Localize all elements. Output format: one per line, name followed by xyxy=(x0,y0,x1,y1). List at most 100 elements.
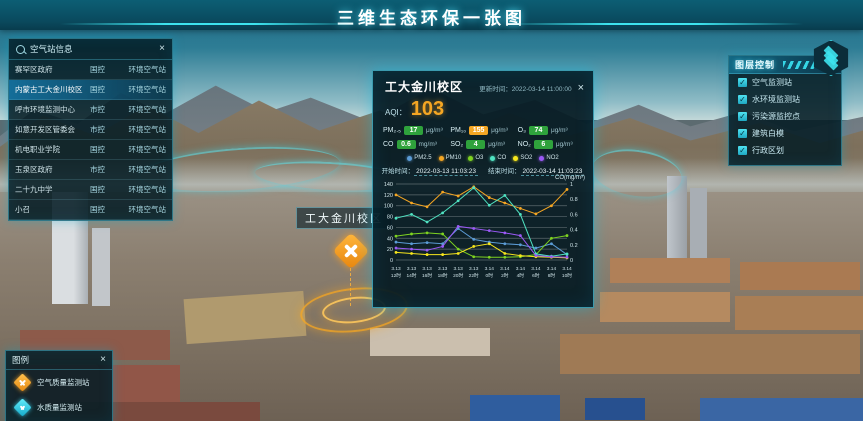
svg-text:14时: 14时 xyxy=(406,272,416,279)
series-name: NO2 xyxy=(546,155,558,161)
close-icon[interactable]: × xyxy=(578,83,584,93)
station-list-item[interactable]: 小召 国控 环境空气站 xyxy=(9,200,172,220)
building-block xyxy=(92,228,110,306)
building-block xyxy=(470,395,560,421)
station-name: 机电职业学院 xyxy=(15,144,86,155)
station-name: 呼市环境监测中心 xyxy=(15,104,86,115)
pollutant-trend-chart: 02040608010012014000.20.40.60.813.1312时3… xyxy=(379,178,585,290)
layer-toggle-item[interactable]: ✓ 空气监测站 xyxy=(729,74,841,91)
station-list-item[interactable]: 玉泉区政府 市控 环境空气站 xyxy=(9,160,172,180)
layer-toggle-item[interactable]: ✓ 行政区划 xyxy=(729,142,841,159)
station-list-item[interactable]: 赛罕区政府 国控 环境空气站 xyxy=(9,60,172,80)
checkbox-checked-icon[interactable]: ✓ xyxy=(738,95,747,104)
series-name: CO xyxy=(497,155,506,161)
station-name: 小召 xyxy=(15,204,86,215)
station-category: 环境空气站 xyxy=(114,64,166,75)
layer-toggle-item[interactable]: ✓ 建筑白模 xyxy=(729,125,841,142)
checkbox-checked-icon[interactable]: ✓ xyxy=(738,129,747,138)
pollutant-unit: μg/m³ xyxy=(551,127,568,134)
search-icon[interactable] xyxy=(16,45,25,54)
svg-text:0.4: 0.4 xyxy=(570,228,578,234)
station-list-item[interactable]: 内蒙古工大金川校区 国控 环境空气站 xyxy=(9,80,172,100)
svg-text:3.13: 3.13 xyxy=(438,266,448,272)
svg-text:0.8: 0.8 xyxy=(570,197,578,203)
pollutant-cell: SO₂ 4 μg/m³ xyxy=(450,140,517,149)
close-icon[interactable]: × xyxy=(100,355,106,365)
layer-toggle-item[interactable]: ✓ 污染源监控点 xyxy=(729,108,841,125)
series-color-dot xyxy=(490,156,495,161)
station-grade: 国控 xyxy=(90,64,110,75)
building-block xyxy=(184,291,307,344)
pollutant-value-badge: 74 xyxy=(529,126,548,135)
series-color-dot xyxy=(407,156,412,161)
svg-text:40: 40 xyxy=(387,236,393,242)
station-grade: 国控 xyxy=(90,84,110,95)
building-block xyxy=(700,398,863,421)
checkbox-checked-icon[interactable]: ✓ xyxy=(738,112,747,121)
pollutant-unit: μg/m³ xyxy=(488,141,505,148)
series-legend-item[interactable]: PM2.5 xyxy=(407,155,431,161)
svg-text:3.13: 3.13 xyxy=(469,266,479,272)
legend-label: 空气质量监测站 xyxy=(37,377,90,388)
svg-text:3.13: 3.13 xyxy=(454,266,464,272)
checkbox-checked-icon[interactable]: ✓ xyxy=(738,146,747,155)
aqi-label: AQI： xyxy=(385,107,407,118)
svg-text:60: 60 xyxy=(387,225,393,231)
building-block xyxy=(585,398,645,420)
svg-text:4时: 4时 xyxy=(517,272,525,279)
layer-label: 水环境监测站 xyxy=(752,94,800,105)
app-header: 三维生态环保一张图 xyxy=(0,0,863,30)
station-grade: 国控 xyxy=(90,184,110,195)
svg-text:10时: 10时 xyxy=(562,272,572,279)
pollutant-name: PM₂.₅ xyxy=(383,127,401,134)
station-category: 环境空气站 xyxy=(114,84,166,95)
station-list-item[interactable]: 如意开发区管委会 市控 环境空气站 xyxy=(9,120,172,140)
svg-text:22时: 22时 xyxy=(469,272,479,279)
building-block xyxy=(600,292,730,322)
station-grade: 国控 xyxy=(90,144,110,155)
svg-text:0.6: 0.6 xyxy=(570,212,578,218)
series-legend-item[interactable]: NO2 xyxy=(539,155,558,161)
layer-panel-title: 图层控制 xyxy=(735,58,775,71)
series-color-dot xyxy=(513,156,518,161)
layer-label: 空气监测站 xyxy=(752,77,792,88)
station-list-item[interactable]: 机电职业学院 国控 环境空气站 xyxy=(9,140,172,160)
layer-list: ✓ 空气监测站 ✓ 水环境监测站 ✓ 污染源监控点 ✓ 建筑白模 ✓ 行政区划 xyxy=(729,74,841,159)
station-list-item[interactable]: 呼市环境监测中心 市控 环境空气站 xyxy=(9,100,172,120)
series-legend-item[interactable]: O3 xyxy=(468,155,483,161)
layer-label: 污染源监控点 xyxy=(752,111,800,122)
pollutant-unit: μg/m³ xyxy=(491,127,508,134)
svg-text:120: 120 xyxy=(384,193,393,199)
svg-text:8时: 8时 xyxy=(548,272,556,279)
building-block xyxy=(740,262,860,290)
series-legend-item[interactable]: SO2 xyxy=(513,155,532,161)
series-legend-item[interactable]: CO xyxy=(490,155,506,161)
station-name: 内蒙古工大金川校区 xyxy=(15,84,86,95)
svg-text:16时: 16时 xyxy=(422,272,432,279)
station-grade: 市控 xyxy=(90,124,110,135)
pollutant-grid: PM₂.₅ 17 μg/m³ PM₁₀ 155 μg/m³ O₃ 74 μg/m… xyxy=(373,124,593,152)
svg-text:20时: 20时 xyxy=(453,272,463,279)
pollutant-value-badge: 17 xyxy=(404,126,423,135)
pollutant-name: CO xyxy=(383,141,394,148)
pollutant-value-badge: 0.6 xyxy=(397,140,416,149)
building-block xyxy=(610,258,730,283)
layer-label: 行政区划 xyxy=(752,145,784,156)
start-time-input[interactable]: 2022-03-13 11:03:23 xyxy=(414,168,478,176)
svg-text:18时: 18时 xyxy=(438,272,448,279)
legend-items: 空气质量监测站 水质量监测站 xyxy=(6,370,112,420)
legend-panel-title: 图例 xyxy=(12,354,29,366)
station-list-item[interactable]: 二十九中学 国控 环境空气站 xyxy=(9,180,172,200)
chart-legend: PM2.5 PM10 O3 CO SO2 NO2 xyxy=(373,152,593,163)
station-category: 环境空气站 xyxy=(114,204,166,215)
close-icon[interactable]: × xyxy=(159,44,165,54)
header-decor-line-left xyxy=(60,23,360,25)
station-type-icon xyxy=(13,373,31,391)
pollutant-unit: μg/m³ xyxy=(426,127,443,134)
layer-toggle-item[interactable]: ✓ 水环境监测站 xyxy=(729,91,841,108)
series-legend-item[interactable]: PM10 xyxy=(439,155,462,161)
checkbox-checked-icon[interactable]: ✓ xyxy=(738,78,747,87)
pollutant-name: SO₂ xyxy=(450,141,463,148)
pollutant-name: O₃ xyxy=(518,127,526,134)
station-name: 玉泉区政府 xyxy=(15,164,86,175)
